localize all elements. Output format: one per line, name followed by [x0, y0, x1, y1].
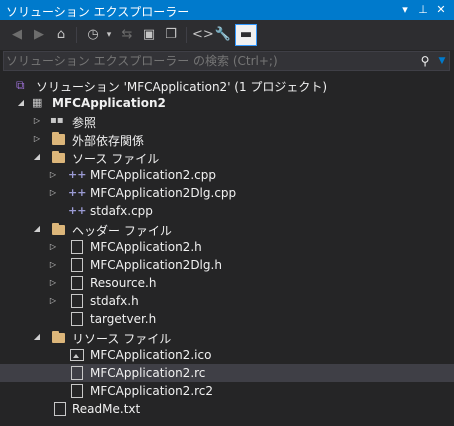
home-icon[interactable]: ⌂ [52, 25, 70, 45]
chevron-down-icon[interactable]: ▾ [104, 25, 114, 45]
expander-collapsed-icon[interactable]: ▷ [48, 274, 58, 292]
cpp-file-icon: ++ [68, 186, 87, 199]
tree-node-label: ソリューション 'MFCApplication2' (1 プロジェクト) [36, 80, 328, 94]
search-input[interactable] [6, 52, 414, 70]
show-all-files-icon[interactable]: ❐ [162, 25, 180, 45]
tree-node-source-files[interactable]: ◢ ソース ファイル [0, 148, 454, 166]
tree-node-label: stdafx.h [90, 294, 139, 308]
toolbar: ◀ ▶ ⌂ ◷ ▾ ⇆ ▣ ❐ <> 🔧 ▬ [0, 20, 454, 50]
expander-collapsed-icon[interactable]: ▷ [48, 292, 58, 310]
expander-expanded-icon[interactable]: ◢ [32, 220, 42, 238]
back-icon[interactable]: ◀ [8, 25, 26, 45]
toolbar-separator [186, 27, 187, 43]
tree-node-project[interactable]: ◢ ▦ MFCApplication2 [0, 94, 454, 112]
tree-node-label: stdafx.cpp [90, 204, 153, 218]
tree-node-label: MFCApplication2.rc2 [90, 384, 214, 398]
tree-node-file[interactable]: ▷ MFCApplication2Dlg.h [0, 256, 454, 274]
header-file-icon [71, 258, 83, 272]
expander-expanded-icon[interactable]: ◢ [32, 328, 42, 346]
tree-node-resource-files[interactable]: ◢ リソース ファイル [0, 328, 454, 346]
tree-node-file[interactable]: MFCApplication2.ico [0, 346, 454, 364]
window-title: ソリューション エクスプローラー [6, 5, 190, 19]
expander-collapsed-icon[interactable]: ▷ [48, 238, 58, 256]
tree-node-label: MFCApplication2.rc [90, 366, 206, 380]
close-button[interactable]: ✕ [434, 2, 448, 18]
tree-node-file-selected[interactable]: MFCApplication2.rc [0, 364, 454, 382]
tree-node-label: targetver.h [90, 312, 157, 326]
tree-node-references[interactable]: ▷ ▪▪ 参照 [0, 112, 454, 130]
tree-node-label: MFCApplication2 [52, 96, 166, 110]
forward-icon[interactable]: ▶ [30, 25, 48, 45]
references-icon: ▪▪ [50, 115, 64, 126]
tree-node-solution[interactable]: ⧉ ソリューション 'MFCApplication2' (1 プロジェクト) [0, 76, 454, 94]
pin-button[interactable]: ⊥ [416, 2, 430, 18]
expander-collapsed-icon[interactable]: ▷ [32, 130, 42, 148]
tree-node-label: ソース ファイル [72, 152, 160, 166]
search-box: ⚲ ▼ [3, 51, 450, 71]
tree-node-label: Resource.h [90, 276, 157, 290]
tree-node-external-dependencies[interactable]: ▷ 外部依存関係 [0, 130, 454, 148]
expander-collapsed-icon[interactable]: ▷ [48, 166, 58, 184]
sync-icon[interactable]: ⇆ [118, 25, 136, 45]
tree-node-header-files[interactable]: ◢ ヘッダー ファイル [0, 220, 454, 238]
folder-icon [52, 331, 65, 343]
expander-collapsed-icon[interactable]: ▷ [48, 256, 58, 274]
header-file-icon [71, 240, 83, 254]
cpp-file-icon: ++ [68, 168, 87, 181]
tree-node-label: 外部依存関係 [72, 134, 145, 148]
text-file-icon [54, 402, 66, 416]
expander-expanded-icon[interactable]: ◢ [32, 148, 42, 166]
folder-icon [52, 223, 65, 235]
resource-file-icon [71, 384, 83, 398]
tree-node-file[interactable]: ▷ Resource.h [0, 274, 454, 292]
tree-node-label: 参照 [72, 116, 97, 130]
properties-wrench-icon[interactable]: 🔧 [214, 25, 232, 45]
header-file-icon [71, 276, 83, 290]
expander-collapsed-icon[interactable]: ▷ [48, 184, 58, 202]
tree-node-label: MFCApplication2.cpp [90, 168, 216, 182]
tree-node-label: リソース ファイル [72, 332, 172, 346]
window-dropdown-button[interactable]: ▾ [398, 2, 412, 18]
folder-icon [52, 151, 65, 163]
expander-collapsed-icon[interactable]: ▷ [32, 112, 42, 130]
image-file-icon [70, 349, 84, 361]
tree-node-file[interactable]: ++ stdafx.cpp [0, 202, 454, 220]
preview-selected-items-icon[interactable]: ▬ [235, 24, 257, 46]
external-dependencies-icon [52, 132, 65, 145]
title-bar: ソリューション エクスプローラー ▾ ⊥ ✕ [0, 0, 454, 20]
header-file-icon [71, 312, 83, 326]
tree-node-label: MFCApplication2.ico [90, 348, 212, 362]
project-icon: ▦ [32, 96, 43, 109]
header-file-icon [71, 294, 83, 308]
tree-node-file[interactable]: targetver.h [0, 310, 454, 328]
tree-node-file[interactable]: MFCApplication2.rc2 [0, 382, 454, 400]
tree-node-file[interactable]: ▷ stdafx.h [0, 292, 454, 310]
cpp-file-icon: ++ [68, 204, 87, 217]
tree-node-label: MFCApplication2Dlg.h [90, 258, 222, 272]
collapse-all-icon[interactable]: ▣ [140, 25, 158, 45]
tree-node-label: MFCApplication2Dlg.cpp [90, 186, 237, 200]
tree-node-file[interactable]: ReadMe.txt [0, 400, 454, 418]
tree-node-label: MFCApplication2.h [90, 240, 202, 254]
tree-node-file[interactable]: ▷ MFCApplication2.h [0, 238, 454, 256]
tree-node-label: ReadMe.txt [72, 402, 141, 416]
tree-node-label: ヘッダー ファイル [72, 224, 172, 238]
search-options-dropdown-icon[interactable]: ▼ [435, 52, 449, 70]
resource-file-icon [71, 366, 83, 380]
expander-expanded-icon[interactable]: ◢ [16, 94, 26, 112]
history-icon[interactable]: ◷ [82, 25, 104, 45]
tree-node-file[interactable]: ▷ ++ MFCApplication2.cpp [0, 166, 454, 184]
toolbar-separator [76, 27, 77, 43]
search-icon[interactable]: ⚲ [418, 52, 432, 70]
tree-node-file[interactable]: ▷ ++ MFCApplication2Dlg.cpp [0, 184, 454, 202]
solution-icon: ⧉ [16, 78, 25, 92]
view-code-icon[interactable]: <> [192, 25, 214, 45]
